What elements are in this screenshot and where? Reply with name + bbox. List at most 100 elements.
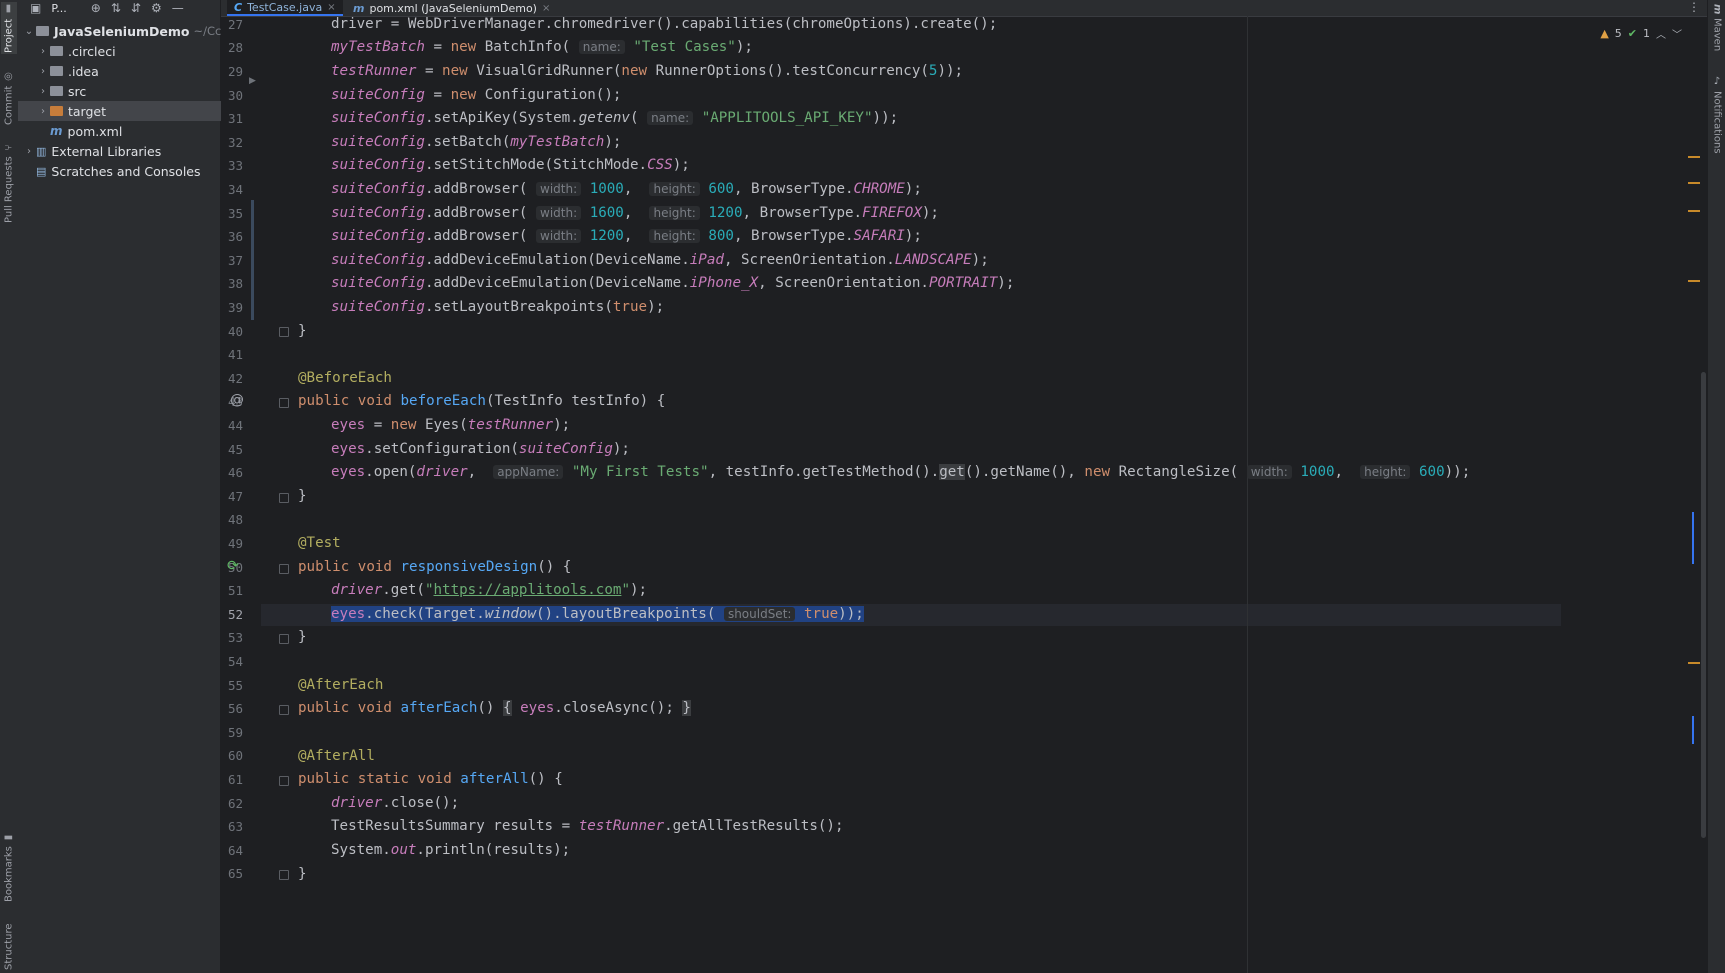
change-stripe-mark[interactable] [1692,512,1694,564]
code-line: suiteConfig.setBatch(myTestBatch); [331,134,622,150]
warning-stripe-mark[interactable] [1688,210,1700,212]
run-arrow-icon[interactable]: ▶ [249,76,256,86]
tree-item-scratches[interactable]: ▤ Scratches and Consoles [18,161,238,181]
module-folder-icon [36,26,49,36]
tree-item-label: src [68,83,87,99]
tree-item-label: Scratches and Consoles [51,163,201,179]
chevron-right-icon[interactable]: › [36,106,50,117]
more-tabs-icon[interactable]: ⋮ [1688,0,1700,14]
line-number: 55 [227,678,243,693]
number-literal: 1000 [589,181,624,197]
expand-all-icon[interactable]: ⇅ [111,1,121,15]
line-number: 33 [227,158,243,173]
string-literal: "Test Cases" [633,39,736,55]
line-number: 54 [227,654,243,669]
fold-marker[interactable] [279,870,289,880]
warning-stripe-mark[interactable] [1688,182,1700,184]
project-panel-title[interactable]: P... [51,2,66,15]
fold-marker[interactable] [279,634,289,644]
line-number: 32 [227,135,243,150]
maven-tab-label: Maven [1711,18,1723,52]
chevron-up-icon[interactable]: ︿ [1656,26,1666,41]
param-hint: width: [536,182,582,196]
gear-icon[interactable]: ⚙ [151,1,162,15]
fold-marker[interactable] [279,564,289,574]
code-editor[interactable]: C TestCase.java × m pom.xml (JavaSeleniu… [221,0,1708,973]
vertical-scrollbar[interactable] [1701,372,1706,838]
inspections-widget[interactable]: ▲ 5 ✔ 1 ︿ ﹀ [1600,26,1682,41]
at-override-icon[interactable]: @ [230,392,244,408]
code-line: public static void afterAll() { [298,771,563,787]
code-line: } [298,323,307,339]
fold-marker[interactable] [279,776,289,786]
fold-marker[interactable] [279,398,289,408]
fold-marker[interactable] [279,705,289,715]
tab-testcase-java[interactable]: C TestCase.java × [227,0,343,16]
commit-tab-label: Commit [3,85,15,126]
string-literal: "APPLITOOLS_API_KEY" [701,110,873,126]
line-number: 44 [227,418,243,433]
code-line: eyes.setConfiguration(suiteConfig); [331,441,630,457]
folder-icon [50,66,63,76]
tree-item-label: .circleci [68,43,116,59]
code-line: driver.get("https://applitools.com"); [331,582,648,598]
code-line: @BeforeEach [298,370,392,386]
param-hint: height: [649,182,700,196]
line-number: 63 [227,819,243,834]
code-line: @AfterAll [298,748,375,764]
line-number: 56 [227,701,243,716]
code-line: @AfterEach [298,677,384,693]
right-margin-guide [1247,16,1248,973]
run-test-icon[interactable]: ⟳ [227,558,239,574]
line-number: 42 [227,371,243,386]
line-number: 62 [227,796,243,811]
line-number: 40 [227,324,243,339]
chevron-right-icon[interactable]: › [22,146,36,157]
project-view-icon[interactable]: ▣ [30,1,41,15]
notifications-tool-tab[interactable]: ♪ Notifications [1709,76,1725,162]
param-hint: height: [649,229,700,243]
tree-root[interactable]: ⌄ JavaSeleniumDemo ~/Cc [18,21,224,41]
maven-tool-tab[interactable]: m Maven [1709,4,1725,54]
warning-stripe-mark[interactable] [1688,662,1700,664]
tree-item-external-libraries[interactable]: › ▥ External Libraries [18,141,224,161]
line-number: 61 [227,772,243,787]
project-panel: ▣ P... ⊕ ⇅ ⇵ ⚙ — ⌄ JavaSeleniumDemo ~/Cc… [18,0,238,973]
tree-item-src[interactable]: › src [18,81,238,101]
chevron-right-icon[interactable]: › [36,46,50,57]
chevron-down-icon[interactable]: ﹀ [1672,26,1682,41]
code-line: suiteConfig.addBrowser( width: 1200, hei… [331,228,922,244]
structure-tool-tab[interactable]: Structure [1,920,17,973]
root-name: JavaSeleniumDemo [54,23,190,39]
ok-count: 1 [1643,27,1650,40]
fold-marker[interactable] [279,327,289,337]
warning-stripe-mark[interactable] [1688,156,1700,158]
project-tool-tab[interactable]: Project ▬ [1,2,17,54]
code-line-selected: eyes.check(Target.window().layoutBreakpo… [331,606,864,622]
change-stripe-mark[interactable] [1692,716,1694,744]
line-number: 30 [227,88,243,103]
bookmarks-tool-tab[interactable]: Bookmarks ▮ [1,828,17,906]
url-link[interactable]: https://applitools.com [434,582,622,598]
tree-item-label: target [68,103,107,119]
tree-item-pom[interactable]: m pom.xml [18,121,252,141]
chevron-down-icon[interactable]: ⌄ [22,26,36,37]
chevron-right-icon[interactable]: › [36,66,50,77]
warning-stripe-mark[interactable] [1688,280,1700,282]
minimize-icon[interactable]: — [172,1,184,15]
warning-count: 5 [1614,27,1622,40]
commit-tool-tab[interactable]: Commit ◎ [1,70,17,126]
fold-marker[interactable] [279,493,289,503]
close-icon[interactable]: × [542,3,550,14]
tree-item-target[interactable]: › target [18,101,238,121]
param-hint: width: [536,229,582,243]
tree-item-circleci[interactable]: › .circleci [18,41,238,61]
collapse-all-icon[interactable]: ⇵ [131,1,141,15]
pull-requests-tool-tab[interactable]: Pull Requests ⑂ [1,140,17,226]
chevron-right-icon[interactable]: › [36,86,50,97]
locate-icon[interactable]: ⊕ [91,1,101,15]
tree-item-idea[interactable]: › .idea [18,61,238,81]
number-literal: 600 [708,181,734,197]
close-icon[interactable]: × [327,2,335,13]
line-number: 37 [227,253,243,268]
